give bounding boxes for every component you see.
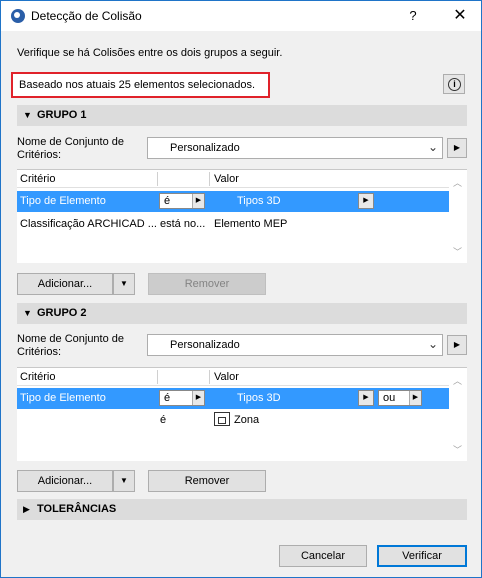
archicad-app-icon [11,9,25,23]
row-value-cell: Zona [214,412,259,426]
group1-add-menu-button[interactable]: ▼ [113,273,135,295]
arrow-right-icon: ▶ [359,194,373,208]
group1-header[interactable]: ▼ GRUPO 1 [17,105,467,126]
criteria-label-line1: Nome de Conjunto de [17,136,125,148]
arrow-right-icon: ▶ [359,391,373,405]
list-scrollbar[interactable]: ︿ ﹀ [449,170,467,264]
window-title: Detecção de Colisão [31,9,142,23]
group2-header[interactable]: ▼ GRUPO 2 [17,303,467,324]
group2-remove-button[interactable]: Remover [148,470,266,492]
operator-value: é [164,195,171,207]
scroll-up-icon[interactable]: ︿ [453,176,462,189]
table-row[interactable]: Tipo de Elemento é ▶ Tipos 3D ▶ [17,191,449,212]
group2-criteria-label: Nome de Conjunto de Critérios: [17,333,147,359]
row-criterion: Classificação ARCHICAD ... [20,218,157,230]
collision-detection-dialog: Detecção de Colisão ? ✕ Verifique se há … [0,0,482,578]
row-value: Tipos 3D [237,392,281,404]
list-header: Critério Valor [17,170,449,188]
info-icon: i [448,78,461,91]
col-separator [209,172,210,186]
arrow-right-icon: ▶ [409,391,421,405]
tolerances-header[interactable]: ▶ TOLERÂNCIAS [17,499,467,520]
arrow-right-icon: ▶ [192,194,204,208]
logic-operator-select[interactable]: ou ▶ [378,390,422,406]
criteria-set-value: Personalizado [170,142,240,154]
list-header: Critério Valor [17,368,449,386]
value-select-button[interactable]: ▶ [358,390,374,406]
group2-title: GRUPO 2 [37,307,87,319]
row-value: Zona [234,414,260,426]
cancel-button[interactable]: Cancelar [279,545,367,567]
group1-add-button[interactable]: Adicionar... [17,273,113,295]
table-row[interactable]: Tipo de Elemento é ▶ Tipos 3D ▶ ou ▶ [17,388,449,409]
group2-add-menu-button[interactable]: ▼ [113,470,135,492]
table-row[interactable]: é Zona [17,410,449,431]
close-button[interactable]: ✕ [448,6,472,26]
operator-select[interactable]: é ▶ [159,390,205,406]
row-criterion: Tipo de Elemento [20,392,106,404]
verify-button[interactable]: Verificar [377,545,467,567]
col-value: Valor [214,173,239,185]
group1-criteria-set-select[interactable]: Personalizado ⌄ [147,137,443,159]
col-criterion: Critério [20,173,56,185]
row-value: Tipos 3D [237,195,281,207]
chevron-down-icon: ⌄ [427,337,438,351]
chevron-down-icon: ⌄ [427,140,438,154]
group2-criteria-list: Critério Valor Tipo de Elemento é ▶ Tipo… [17,367,467,461]
group2-add-button[interactable]: Adicionar... [17,470,113,492]
group2-criteria-set-select[interactable]: Personalizado ⌄ [147,334,443,356]
intro-text: Verifique se há Colisões entre os dois g… [17,47,283,59]
group1-criteria-menu-button[interactable]: ▶ [447,138,467,158]
list-scrollbar[interactable]: ︿ ﹀ [449,368,467,462]
operator-select[interactable]: é ▶ [159,193,205,209]
group1-criteria-list: Critério Valor Tipo de Elemento é ▶ Tipo… [17,169,467,263]
group1-title: GRUPO 1 [37,109,87,121]
criteria-label-line2: Critérios: [17,346,62,358]
expanded-triangle-icon: ▼ [23,110,32,120]
criteria-label-line2: Critérios: [17,149,62,161]
scroll-down-icon[interactable]: ﹀ [453,245,462,258]
col-separator [157,370,158,384]
group1-remove-button[interactable]: Remover [148,273,266,295]
col-separator [157,172,158,186]
col-separator [209,370,210,384]
row-criterion: Tipo de Elemento [20,195,106,207]
row-operator: é [160,414,167,426]
criteria-set-value: Personalizado [170,339,240,351]
zone-icon [214,412,230,426]
logic-operator-value: ou [383,392,396,404]
selection-basis-text: Baseado nos atuais 25 elementos selecion… [11,72,270,98]
tolerances-title: TOLERÂNCIAS [37,503,117,515]
group2-criteria-menu-button[interactable]: ▶ [447,335,467,355]
title-bar: Detecção de Colisão ? ✕ [1,1,481,31]
col-criterion: Critério [20,371,56,383]
table-row[interactable]: Classificação ARCHICAD ... está no... El… [17,214,449,235]
expanded-triangle-icon: ▼ [23,308,32,318]
value-select-button[interactable]: ▶ [358,193,374,209]
info-button[interactable]: i [443,74,465,94]
scroll-up-icon[interactable]: ︿ [453,374,462,387]
collapsed-triangle-icon: ▶ [23,504,30,514]
criteria-label-line1: Nome de Conjunto de [17,333,125,345]
scroll-down-icon[interactable]: ﹀ [453,443,462,456]
row-operator: está no... [160,218,206,230]
arrow-right-icon: ▶ [192,391,204,405]
help-button[interactable]: ? [401,6,425,26]
operator-value: é [164,392,171,404]
row-value: Elemento MEP [214,218,288,230]
group1-criteria-label: Nome de Conjunto de Critérios: [17,136,147,162]
col-value: Valor [214,371,239,383]
